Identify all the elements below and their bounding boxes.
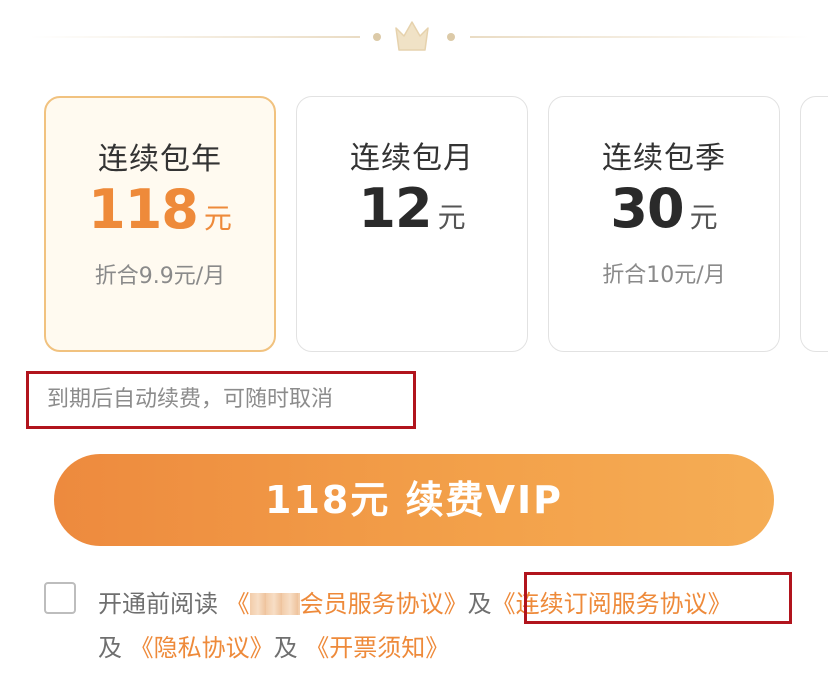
decorative-line-right (470, 36, 810, 38)
plan-price-unit: 元 (203, 202, 232, 235)
plan-options: 连续包年 118 元 折合9.9元/月 连续包月 12 元 连续包季 30 元 折合1… (0, 96, 828, 354)
plan-price: 30 元 (549, 177, 779, 240)
agreement-prefix: 开通前阅读 (98, 590, 218, 618)
renew-vip-button[interactable]: 118元 续费VIP (54, 454, 774, 546)
plan-card-yearly[interactable]: 连续包年 118 元 折合9.9元/月 (44, 96, 276, 352)
plan-price-amount: 118 (88, 178, 199, 241)
plan-price-amount: 30 (610, 177, 684, 240)
decorative-dot-right (447, 33, 455, 41)
crown-icon (395, 21, 429, 51)
invoice-notice-link[interactable]: 《开票须知》 (305, 634, 449, 662)
plan-monthly-equivalent: 折合9.9元/月 (94, 264, 226, 289)
decorative-dot-left (373, 33, 381, 41)
agreement-line-2: 及 《隐私协议》及 《开票须知》 (98, 628, 449, 663)
plan-card-partial[interactable] (800, 96, 828, 352)
member-service-agreement-link[interactable]: 《 会员服务协议》 (226, 590, 468, 618)
member-agreement-title: 会员服务协议》 (299, 590, 468, 618)
agreement-line-1: 开通前阅读 《 会员服务协议》及《连续订阅服务协议》 (98, 584, 732, 619)
vip-renew-page: 连续包年 118 元 折合9.9元/月 连续包月 12 元 连续包季 30 元 折合1… (0, 0, 828, 688)
conjunction-and: 及 (467, 590, 492, 618)
plan-price: 12 元 (297, 177, 527, 240)
plan-name: 连续包月 (350, 141, 474, 176)
decorative-line-left (30, 36, 360, 38)
plan-price-unit: 元 (437, 201, 466, 234)
member-agreement-open: 《 (225, 590, 250, 618)
privacy-agreement-link[interactable]: 《隐私协议》 (130, 634, 274, 662)
auto-renew-note: 到期后自动续费，可随时取消 (26, 371, 416, 429)
plan-card-quarterly[interactable]: 连续包季 30 元 折合10元/月 (548, 96, 780, 352)
redacted-brand-name (249, 593, 300, 615)
plan-price: 118 元 (46, 178, 274, 241)
conjunction-and: 及 (273, 634, 298, 662)
plan-name: 连续包年 (98, 142, 222, 177)
plan-price-unit: 元 (689, 201, 718, 234)
plan-monthly-equivalent: 折合10元/月 (602, 263, 726, 288)
plan-price-amount: 12 (358, 177, 432, 240)
header-decoration (0, 18, 828, 56)
conjunction-and: 及 (98, 634, 122, 662)
agreement-checkbox[interactable] (44, 582, 76, 614)
plan-card-monthly[interactable]: 连续包月 12 元 (296, 96, 528, 352)
plan-name: 连续包季 (602, 141, 726, 176)
subscription-agreement-link[interactable]: 《连续订阅服务协议》 (492, 590, 732, 618)
